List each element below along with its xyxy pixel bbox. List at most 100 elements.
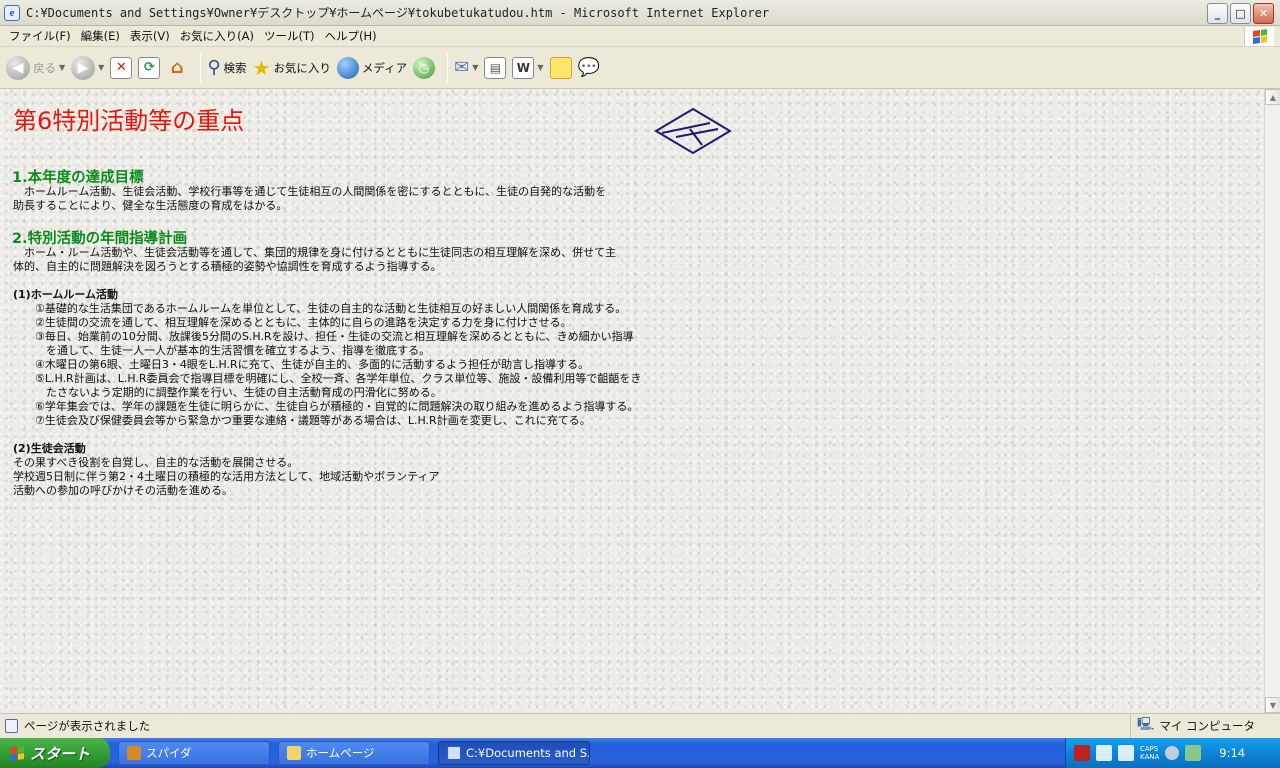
history-button[interactable]: ◷ — [413, 56, 436, 79]
page-content: 第6特別活動等の重点 1.本年度の達成目標 ホームルーム活動、生徒会活動、学校行… — [0, 89, 1264, 713]
mail-icon: ✉ — [454, 57, 470, 78]
task-label: スパイダ — [146, 746, 192, 760]
subsection1-line: ①基礎的な生活集団であるホームルームを単位として、生徒の自主的な活動と生徒相互の… — [13, 302, 627, 315]
refresh-button[interactable]: ⟳ — [138, 56, 161, 79]
close-button[interactable]: ✕ — [1253, 3, 1274, 24]
search-button[interactable]: ⚲ 検索 — [207, 57, 246, 78]
home-button[interactable]: ⌂ — [166, 57, 188, 79]
sticky-note-icon — [549, 56, 572, 79]
window-title: C:¥Documents and Settings¥Owner¥デスクトップ¥ホ… — [26, 6, 770, 20]
system-tray: CAPS KANA 9:14 — [1065, 738, 1280, 768]
subsection2-line: 学校週5日制に伴う第2・4土曜日の積極的な活用方法として、地域活動やボランティア — [13, 470, 440, 483]
ie-icon — [447, 746, 461, 760]
taskbar: スタート スパイダ ホームページ C:¥Documents and S... C… — [0, 738, 1280, 768]
caps-label: CAPS — [1140, 745, 1159, 753]
back-label: 戻る — [33, 60, 56, 75]
windows-flag-icon — [10, 745, 24, 761]
menu-edit[interactable]: 編集(E) — [76, 28, 125, 44]
section1-line: ホームルーム活動、生徒会活動、学校行事等を通じて生徒相互の人間関係を密にするとと… — [13, 185, 607, 198]
section1-heading: 1.本年度の達成目標 — [12, 170, 144, 186]
edit-dropdown-icon[interactable]: ▼ — [537, 63, 543, 72]
printer-icon: ▤ — [484, 56, 507, 79]
start-button[interactable]: スタート — [0, 738, 110, 768]
subsection2-heading: (2)生徒会活動 — [13, 442, 86, 455]
network-icon[interactable] — [1185, 745, 1202, 761]
back-button[interactable]: ◀ 戻る ▼ — [6, 55, 65, 80]
subsection1-line: を通して、生徒一人一人が基本的生活習慣を確立するよう、指導を徹底する。 — [13, 344, 431, 357]
task-label: C:¥Documents and S... — [466, 746, 590, 760]
media-label: メディア — [361, 60, 408, 75]
subsection1-line: ③毎日、始業前の10分間、放課後5分間のS.H.Rを設け、担任・生徒の交流と相互… — [13, 330, 634, 343]
stop-button[interactable]: ✕ — [110, 56, 133, 79]
toolbar: ◀ 戻る ▼ ▶ ▼ ✕ ⟳ ⌂ ⚲ 検索 ★ お気に入り メディア ◷ ✉ ▼… — [0, 47, 1280, 89]
home-icon: ⌂ — [170, 57, 184, 78]
stop-icon: ✕ — [110, 56, 133, 79]
mail-button[interactable]: ✉ ▼ — [454, 57, 478, 78]
ime-icon[interactable] — [1074, 745, 1090, 761]
note-button[interactable] — [549, 56, 572, 79]
menu-file[interactable]: ファイル(F) — [4, 28, 76, 44]
subsection1-line: ②生徒間の交流を通して、相互理解を深めるとともに、主体的に自らの進路を決定する力… — [13, 316, 572, 329]
status-bar: ページが表示されました 🖳 マイ コンピュータ — [0, 713, 1280, 738]
messenger-icon: 💬 — [577, 57, 600, 78]
refresh-icon: ⟳ — [138, 56, 161, 79]
search-icon: ⚲ — [207, 57, 221, 78]
edit-button[interactable]: W ▼ — [512, 56, 544, 79]
history-icon: ◷ — [413, 56, 436, 79]
folder-icon — [287, 746, 301, 760]
print-button[interactable]: ▤ — [484, 56, 507, 79]
menu-tools[interactable]: ツール(T) — [259, 28, 320, 44]
vertical-scrollbar[interactable]: ▲ ▼ — [1264, 89, 1280, 713]
computer-icon: 🖳 — [1137, 717, 1155, 732]
menu-view[interactable]: 表示(V) — [125, 28, 175, 44]
back-dropdown-icon[interactable]: ▼ — [59, 63, 65, 72]
subsection1-line: ⑦生徒会及び保健委員会等から緊急かつ重要な連絡・議題等がある場合は、L.H.R計… — [13, 414, 591, 427]
clock: 9:14 — [1219, 746, 1246, 760]
taskbar-item-spider[interactable]: スパイダ — [118, 741, 270, 765]
subsection2-line: その果すべき役割を自覚し、自主的な活動を展開させる。 — [13, 456, 299, 469]
ime-toolbar-icon[interactable] — [1096, 745, 1112, 761]
subsection2-line: 活動への参加の呼びかけその活動を進める。 — [13, 484, 233, 497]
subsection1-line: ⑤L.H.R計画は、L.H.R委員会で指導目標を明確にし、全校一斉、各学年単位、… — [13, 372, 642, 385]
minimize-button[interactable]: _ — [1207, 3, 1228, 24]
window-controls: _ □ ✕ — [1207, 3, 1274, 24]
help-icon[interactable] — [1118, 745, 1134, 761]
scroll-down-button[interactable]: ▼ — [1265, 697, 1280, 713]
taskbar-item-homepage-folder[interactable]: ホームページ — [278, 741, 430, 765]
subsection1-line: ④木曜日の第6眼、土曜日3・4眼をL.H.Rに充て、生徒が自主的、多面的に活動す… — [13, 358, 590, 371]
taskbar-item-ie-window[interactable]: C:¥Documents and S... — [438, 741, 590, 765]
media-button[interactable]: メディア — [336, 56, 408, 79]
menu-favorites[interactable]: お気に入り(A) — [175, 28, 259, 44]
page-done-icon — [5, 719, 18, 733]
forward-dropdown-icon[interactable]: ▼ — [98, 63, 104, 72]
menu-bar: ファイル(F) 編集(E) 表示(V) お気に入り(A) ツール(T) ヘルプ(… — [0, 26, 1280, 47]
subsection1-heading: (1)ホームルーム活動 — [13, 288, 119, 301]
subsection1-line: たさないよう定期的に調整作業を行い、生徒の自主活動育成の円滑化に努める。 — [13, 386, 442, 399]
subsection1-line: ⑥学年集会では、学年の課題を生徒に明らかに、生徒自らが積極的・自覚的に問題解決の… — [13, 400, 639, 413]
start-label: スタート — [30, 744, 91, 763]
scroll-up-button[interactable]: ▲ — [1265, 89, 1280, 105]
toolbar-separator — [200, 52, 202, 83]
section2-heading: 2.特別活動の年間指導計画 — [12, 231, 188, 247]
menu-help[interactable]: ヘルプ(H) — [320, 28, 382, 44]
favorites-label: お気に入り — [273, 60, 331, 75]
messenger-button[interactable]: 💬 — [578, 57, 600, 78]
title-bar: e C:¥Documents and Settings¥Owner¥デスクトップ… — [0, 0, 1280, 26]
back-arrow-icon: ◀ — [6, 55, 30, 80]
maximize-button[interactable]: □ — [1230, 3, 1251, 24]
ie-icon: e — [4, 4, 20, 21]
status-text: ページが表示されました — [24, 719, 151, 733]
media-globe-icon — [336, 56, 359, 79]
tray-expand-icon[interactable] — [1165, 746, 1180, 760]
favorites-button[interactable]: ★ お気に入り — [253, 56, 331, 80]
caps-kana-indicator: CAPS KANA — [1140, 745, 1159, 761]
windows-flag-icon — [1252, 29, 1267, 44]
forward-arrow-icon: ▶ — [71, 55, 96, 80]
forward-button[interactable]: ▶ ▼ — [71, 55, 104, 80]
section2-line: ホーム・ルーム活動や、生徒会活動等を通して、集団的規律を身に付けるとともに生徒同… — [13, 246, 617, 259]
security-zone: マイ コンピュータ — [1159, 719, 1255, 733]
mail-dropdown-icon[interactable]: ▼ — [472, 63, 478, 72]
kana-label: KANA — [1140, 753, 1160, 761]
page-title: 第6特別活動等の重点 — [13, 107, 245, 135]
word-edit-icon: W — [512, 56, 535, 79]
